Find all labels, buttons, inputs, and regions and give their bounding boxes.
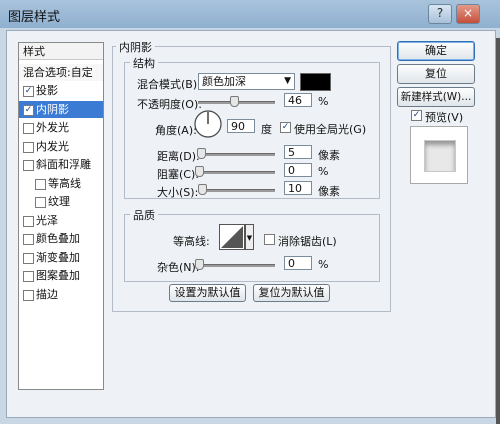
style-item-label: 渐变叠加: [36, 250, 80, 264]
blend-mode-value: 颜色加深: [202, 75, 246, 88]
styles-header[interactable]: 样式: [19, 43, 103, 60]
chevron-down-icon: ▼: [284, 76, 291, 86]
choke-input[interactable]: 0: [284, 163, 312, 177]
style-item-checkbox[interactable]: [23, 234, 34, 245]
layer-style-dialog: 图层样式 ? × 样式 混合选项:自定 ✓ 投影 ✓ 内阴影 外发光 内发光 斜面和浮雕 等高…: [0, 0, 500, 424]
inner-shadow-title: 内阴影: [116, 39, 155, 55]
distance-slider-thumb[interactable]: [196, 148, 206, 159]
antialias-label[interactable]: 消除锯齿(L): [278, 233, 337, 249]
opacity-slider-thumb[interactable]: [230, 96, 240, 107]
angle-dial[interactable]: [193, 109, 223, 139]
contour-label: 等高线:: [173, 235, 210, 248]
angle-unit: 度: [261, 123, 272, 136]
contour-dropdown-chevron-icon[interactable]: ▼: [245, 224, 254, 250]
angle-label: 角度(A):: [155, 124, 197, 137]
new-style-button[interactable]: 新建样式(W)...: [397, 87, 475, 107]
style-item-label: 内发光: [36, 139, 69, 153]
blend-options-item[interactable]: 混合选项:自定: [19, 64, 103, 81]
size-unit: 像素: [318, 185, 340, 198]
reset-default-button[interactable]: 复位为默认值: [253, 284, 330, 302]
style-item[interactable]: 斜面和浮雕: [19, 156, 103, 173]
global-light-checkbox[interactable]: ✓: [280, 122, 291, 133]
global-light-label[interactable]: 使用全局光(G): [294, 121, 366, 137]
set-default-button[interactable]: 设置为默认值: [169, 284, 246, 302]
preview-label[interactable]: 预览(V): [425, 109, 463, 125]
style-item-label: 投影: [36, 84, 58, 97]
style-item-label: 描边: [36, 287, 58, 301]
help-button[interactable]: ?: [428, 4, 452, 24]
noise-slider[interactable]: [198, 264, 275, 267]
style-item-label: 内阴影: [36, 102, 69, 116]
style-item-checkbox[interactable]: [23, 160, 34, 171]
angle-input[interactable]: 90: [227, 119, 255, 133]
style-item-label: 光泽: [36, 213, 58, 227]
quality-title: 品质: [130, 207, 158, 223]
background-window-edge: [496, 38, 500, 424]
style-item-checkbox[interactable]: [23, 289, 34, 301]
style-item[interactable]: 颜色叠加: [19, 230, 103, 247]
style-item-label: 颜色叠加: [36, 232, 80, 245]
style-item-checkbox[interactable]: ✓: [23, 104, 34, 116]
style-item-label: 纹理: [48, 195, 70, 208]
distance-input[interactable]: 5: [284, 145, 312, 159]
size-input[interactable]: 10: [284, 181, 312, 195]
preview-box: [410, 126, 468, 184]
style-item[interactable]: 外发光: [19, 119, 103, 136]
style-item-checkbox[interactable]: [35, 197, 46, 208]
distance-unit: 像素: [318, 149, 340, 162]
choke-slider-thumb[interactable]: [195, 166, 204, 177]
style-item[interactable]: 描边: [19, 286, 103, 303]
ok-button[interactable]: 确定: [397, 41, 475, 61]
style-item[interactable]: ✓ 投影: [19, 82, 103, 99]
style-item-checkbox[interactable]: [23, 252, 34, 264]
style-item[interactable]: ✓ 内阴影: [19, 100, 103, 118]
style-item-checkbox[interactable]: ✓: [23, 86, 34, 97]
style-item-label: 外发光: [36, 121, 69, 134]
distance-slider[interactable]: [198, 153, 275, 156]
opacity-input[interactable]: 46: [284, 93, 312, 107]
style-item[interactable]: 内发光: [19, 138, 103, 155]
style-item[interactable]: 渐变叠加: [19, 249, 103, 266]
choke-unit: %: [318, 165, 329, 178]
style-item[interactable]: 图案叠加: [19, 267, 103, 284]
noise-unit: %: [318, 258, 329, 271]
noise-input[interactable]: 0: [284, 256, 312, 270]
title-bar[interactable]: 图层样式 ? ×: [0, 0, 500, 28]
choke-label: 阻塞(C):: [157, 168, 199, 181]
contour-picker[interactable]: [219, 224, 245, 250]
preview-checkbox[interactable]: ✓: [411, 110, 422, 121]
styles-list: 样式 混合选项:自定 ✓ 投影 ✓ 内阴影 外发光 内发光 斜面和浮雕 等高线 纹理 光泽 颜色叠加…: [18, 42, 104, 390]
shadow-color-swatch[interactable]: [300, 73, 331, 91]
noise-slider-thumb[interactable]: [195, 259, 204, 270]
opacity-unit: %: [318, 95, 329, 108]
style-item-label: 图案叠加: [36, 269, 80, 282]
style-item-label: 斜面和浮雕: [36, 158, 91, 171]
close-button[interactable]: ×: [456, 4, 480, 24]
window-title: 图层样式: [8, 10, 61, 25]
choke-slider[interactable]: [198, 171, 275, 174]
style-item-checkbox[interactable]: [23, 215, 34, 227]
antialias-checkbox[interactable]: [264, 234, 275, 245]
size-label: 大小(S):: [157, 186, 199, 199]
style-item[interactable]: 纹理: [19, 193, 103, 210]
preview-swatch: [424, 140, 456, 172]
size-slider-thumb[interactable]: [198, 184, 208, 195]
size-slider[interactable]: [198, 189, 275, 192]
reset-button[interactable]: 复位: [397, 64, 475, 84]
structure-title: 结构: [130, 55, 158, 71]
style-item-checkbox[interactable]: [23, 271, 34, 282]
style-item-checkbox[interactable]: [35, 178, 46, 190]
style-item-checkbox[interactable]: [23, 123, 34, 134]
blend-mode-select[interactable]: 颜色加深 ▼: [198, 73, 295, 90]
noise-label: 杂色(N):: [157, 261, 200, 274]
blend-mode-label: 混合模式(B):: [137, 78, 201, 91]
style-item[interactable]: 光泽: [19, 212, 103, 229]
style-item[interactable]: 等高线: [19, 175, 103, 192]
style-item-label: 等高线: [48, 176, 81, 190]
style-item-checkbox[interactable]: [23, 141, 34, 153]
distance-label: 距离(D):: [157, 150, 200, 163]
